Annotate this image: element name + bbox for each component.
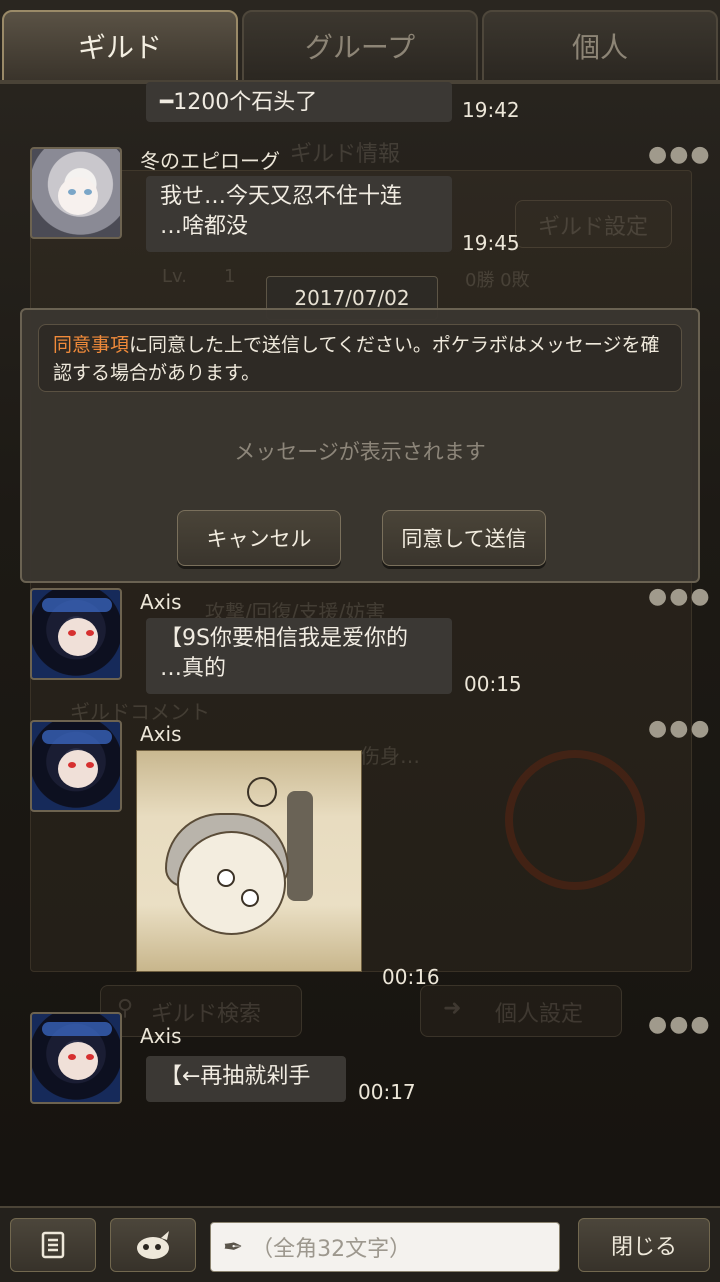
- message-input[interactable]: ✒ （全角32文字）: [210, 1222, 560, 1272]
- pen-icon: ✒: [223, 1233, 244, 1261]
- message-bubble: 【←再抽就剁手: [146, 1056, 346, 1102]
- tab-personal[interactable]: 個人: [482, 10, 718, 82]
- bottom-bar: ✒ （全角32文字） 閉じる: [0, 1206, 720, 1282]
- consent-notice-text: に同意した上で送信してください。ポケラボはメッセージを確認する場合があります。: [53, 334, 660, 384]
- stamp-icon: [137, 1231, 169, 1259]
- level-label: Lv.: [162, 266, 188, 287]
- message-bubble: ━1200个石头了: [146, 82, 452, 122]
- more-options-icon[interactable]: ●●●: [648, 584, 712, 609]
- enter-icon: ➜: [443, 996, 462, 1021]
- personal-settings-button[interactable]: ➜ 個人設定: [420, 985, 622, 1037]
- more-options-icon[interactable]: ●●●: [648, 1012, 712, 1037]
- guild-search-button[interactable]: ⚲ ギルド検索: [100, 985, 302, 1037]
- sticker-figure: [287, 791, 313, 901]
- sticker-eye: [217, 869, 235, 887]
- guild-settings-label: ギルド設定: [538, 215, 649, 240]
- swirl-mark: [247, 777, 277, 807]
- more-options-icon[interactable]: ●●●: [648, 716, 712, 741]
- sender-name: Axis: [140, 722, 182, 746]
- sender-name: 冬のエピローグ: [140, 149, 280, 173]
- more-options-icon[interactable]: ●●●: [648, 142, 712, 167]
- sticker-eye: [241, 889, 259, 907]
- message-time: 19:45: [462, 231, 520, 255]
- message-bubble: 我せ…今天又忍不住十连 …啥都没: [146, 176, 452, 252]
- level-value: 1: [224, 266, 236, 287]
- guild-comment-text: 伤身…: [360, 744, 420, 768]
- message-time: 00:17: [358, 1080, 416, 1104]
- decorative-ring: [505, 750, 645, 890]
- message-input-placeholder: （全角32文字）: [251, 1237, 412, 1262]
- sender-name: Axis: [140, 1024, 182, 1048]
- log-button[interactable]: [10, 1218, 96, 1272]
- consent-notice: 同意事項に同意した上で送信してください。ポケラボはメッセージを確認する場合があり…: [38, 324, 682, 392]
- agree-and-send-button[interactable]: 同意して送信: [382, 510, 546, 566]
- consent-dialog: 同意事項に同意した上で送信してください。ポケラボはメッセージを確認する場合があり…: [20, 308, 700, 583]
- terms-link[interactable]: 同意事項: [53, 334, 129, 356]
- sender-name: Axis: [140, 590, 182, 614]
- document-icon: [41, 1231, 65, 1259]
- avatar[interactable]: [30, 1012, 122, 1104]
- sticker-image[interactable]: [136, 750, 362, 972]
- tab-group[interactable]: グループ: [242, 10, 478, 82]
- guild-info-heading: ギルド情報: [290, 142, 401, 167]
- guild-record: 0勝 0敗: [465, 270, 530, 291]
- message-bubble: 【9S你要相信我是爱你的 …真的: [146, 618, 452, 694]
- guild-settings-button[interactable]: ギルド設定: [515, 200, 672, 248]
- close-button[interactable]: 閉じる: [578, 1218, 710, 1272]
- personal-settings-label: 個人設定: [495, 1002, 584, 1027]
- avatar[interactable]: [30, 588, 122, 680]
- stamp-button[interactable]: [110, 1218, 196, 1272]
- cancel-button[interactable]: キャンセル: [177, 510, 341, 566]
- tab-bar: ギルド グループ 個人: [0, 10, 720, 82]
- avatar[interactable]: [30, 147, 122, 239]
- message-preview: メッセージが表示されます: [234, 440, 486, 464]
- avatar[interactable]: [30, 720, 122, 812]
- message-time: 00:16: [382, 965, 440, 989]
- message-time: 19:42: [462, 98, 520, 122]
- message-time: 00:15: [464, 672, 522, 696]
- tab-guild[interactable]: ギルド: [2, 10, 238, 82]
